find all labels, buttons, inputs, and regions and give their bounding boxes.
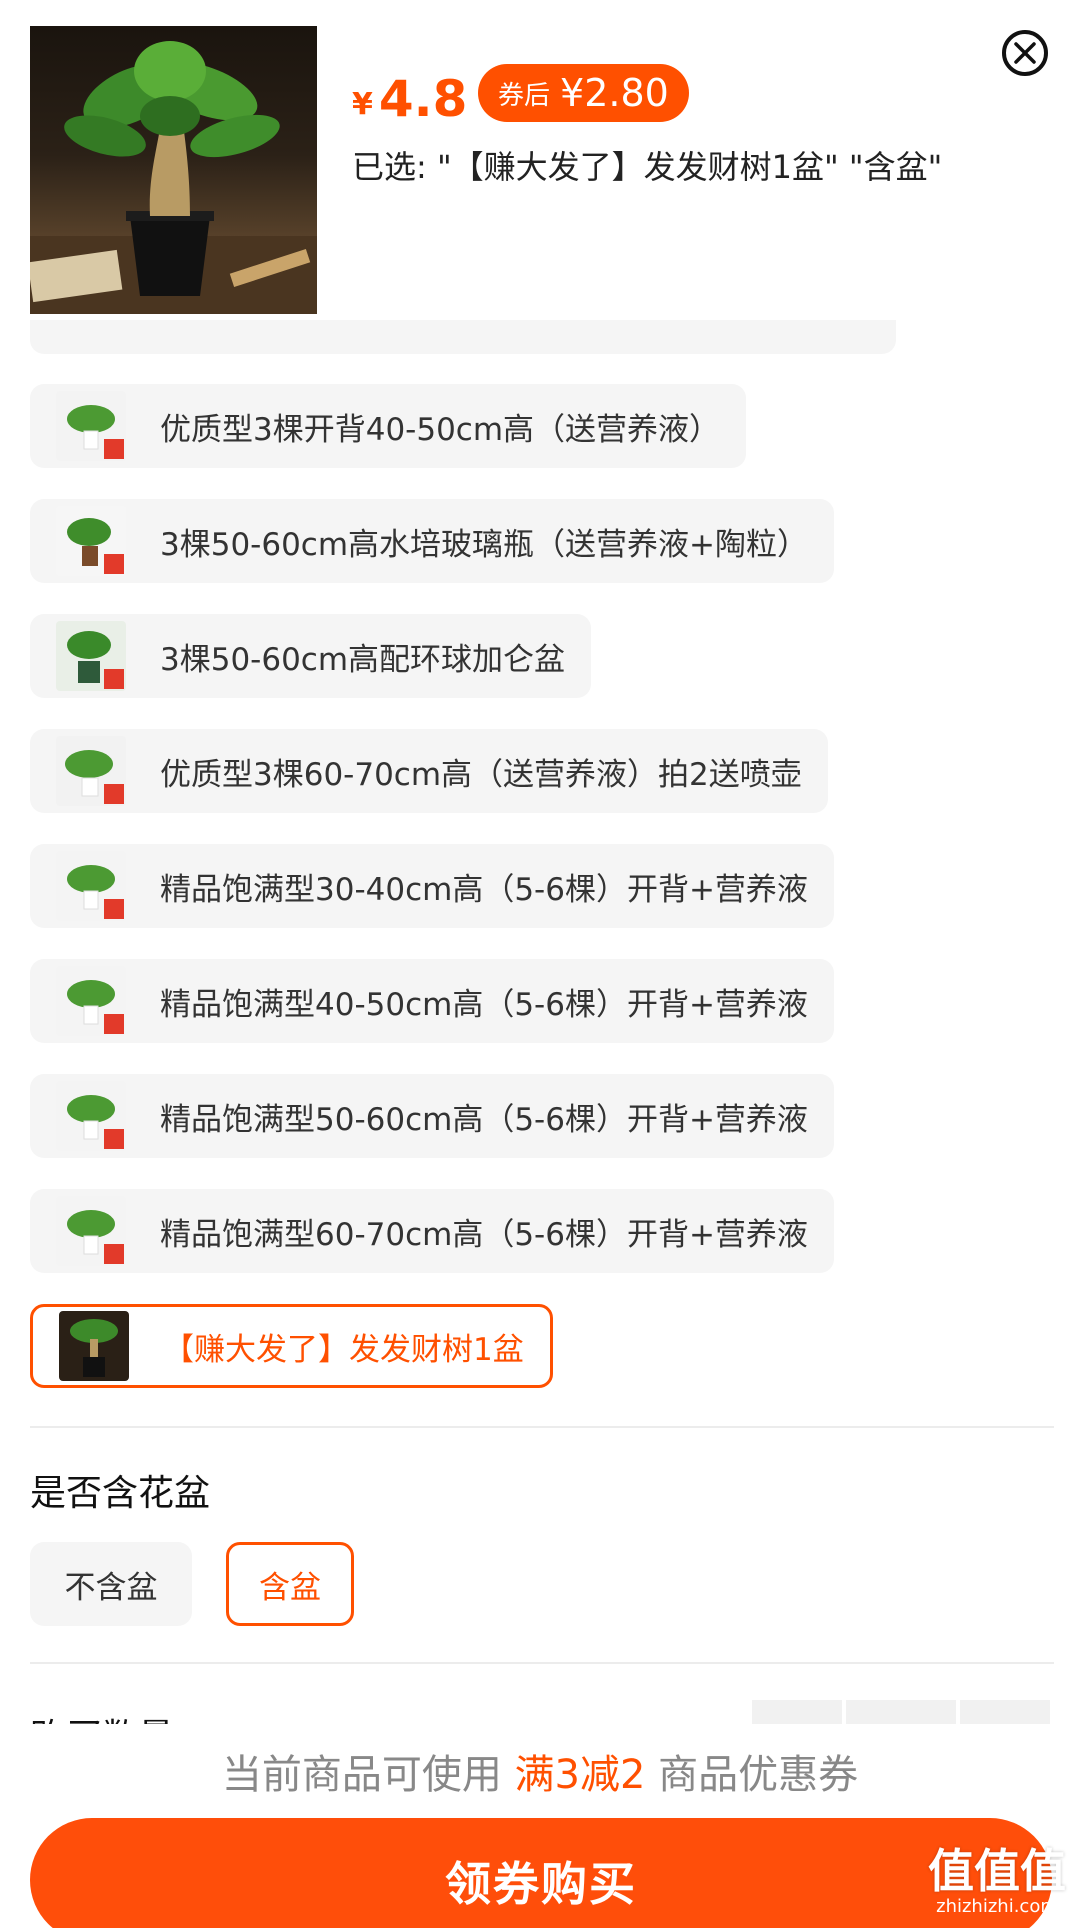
option-chip[interactable]: 精品饱满型60-70cm高（5-6棵）开背+营养液 [30, 1189, 834, 1273]
price-currency: ¥ [352, 87, 373, 122]
option-label: 优质型3棵60-70cm高（送营养液）拍2送喷壶 [160, 756, 802, 793]
watermark-url: zhizhizhi.com [936, 1896, 1058, 1917]
option-label: 精品饱满型40-50cm高（5-6棵）开背+营养液 [160, 986, 808, 1023]
option-thumbnail [56, 506, 126, 576]
option-label: 3棵50-60cm高配环球加仑盆 [160, 641, 566, 678]
option-label: 【赚大发了】发发财树1盆 [163, 1331, 524, 1368]
pot-option-label: 不含盆 [64, 1569, 158, 1606]
option-label: 优质型3棵开背40-50cm高（送营养液） [160, 411, 721, 448]
selected-spec-text: 已选: "【赚大发了】发发财树1盆" "含盆" [352, 148, 943, 186]
coupon-tip-highlight: 满3减2 [514, 1752, 646, 1798]
option-thumbnail [56, 621, 126, 691]
option-thumbnail [56, 391, 126, 461]
option-chip[interactable]: 精品饱满型30-40cm高（5-6棵）开背+营养液 [30, 844, 834, 928]
buy-button-label: 领券购买 [445, 1857, 637, 1911]
option-thumbnail [59, 1311, 129, 1381]
option-label: 精品饱满型30-40cm高（5-6棵）开背+营养液 [160, 871, 808, 908]
quantity-label: 购买数量 [30, 1708, 174, 1724]
pot-option-no-pot[interactable]: 不含盆 [30, 1542, 192, 1626]
quantity-input[interactable] [846, 1700, 956, 1724]
option-thumbnail [56, 736, 126, 806]
option-label: 3棵50-60cm高水培玻璃瓶（送营养液+陶粒） [160, 526, 809, 563]
coupon-tip-suffix: 商品优惠券 [645, 1752, 859, 1798]
close-icon [1014, 42, 1036, 64]
coupon-price-badge: 券后 ¥2.80 [478, 64, 689, 122]
option-thumbnail [56, 1081, 126, 1151]
option-thumbnail [56, 966, 126, 1036]
money-tree-illustration [30, 41, 317, 314]
pot-option-label: 含盆 [259, 1569, 321, 1606]
coupon-tip: 当前商品可使用 满3减2 商品优惠券 [0, 1742, 1080, 1800]
price-value: 4.8 [378, 70, 468, 128]
option-chip[interactable]: 优质型3棵60-70cm高（送营养液）拍2送喷壶 [30, 729, 828, 813]
close-button[interactable] [1002, 30, 1048, 76]
pot-section-title: 是否含花盆 [30, 1473, 211, 1514]
option-thumbnail [56, 851, 126, 921]
option-chip[interactable]: 3棵50-60cm高配环球加仑盆 [30, 614, 592, 698]
option-label: 精品饱满型60-70cm高（5-6棵）开背+营养液 [160, 1216, 808, 1253]
option-thumbnail [56, 1196, 126, 1266]
quantity-row-partial: 购买数量 [0, 1700, 1080, 1724]
sku-selector-sheet: ¥ 4.8 券后 ¥2.80 已选: "【赚大发了】发发财树1盆" "含盆" 优… [0, 0, 1080, 1928]
watermark-logo: 值值值 [928, 1844, 1066, 1898]
increment-button[interactable] [960, 1700, 1050, 1724]
price: ¥ 4.8 [352, 66, 467, 128]
option-chip[interactable]: 3棵50-60cm高水培玻璃瓶（送营养液+陶粒） [30, 499, 835, 583]
decrement-button[interactable] [752, 1700, 842, 1724]
option-chip[interactable]: 精品饱满型40-50cm高（5-6棵）开背+营养液 [30, 959, 834, 1043]
section-divider [30, 1426, 1054, 1428]
option-chip-partial[interactable] [30, 320, 896, 354]
option-chip[interactable]: 精品饱满型50-60cm高（5-6棵）开背+营养液 [30, 1074, 834, 1158]
option-chip[interactable]: 优质型3棵开背40-50cm高（送营养液） [30, 384, 747, 468]
claim-coupon-buy-button[interactable]: 领券购买 [30, 1818, 1052, 1928]
option-chip-selected[interactable]: 【赚大发了】发发财树1盆 [30, 1304, 553, 1388]
quantity-stepper[interactable] [752, 1700, 1050, 1724]
spec-options-list[interactable]: 优质型3棵开背40-50cm高（送营养液） 3棵50-60cm高水培玻璃瓶（送营… [0, 320, 1080, 1720]
section-divider [30, 1662, 1054, 1664]
watermark: 值值值 zhizhizhi.com [922, 1846, 1072, 1918]
coupon-tip-prefix: 当前商品可使用 [221, 1752, 515, 1798]
product-image[interactable] [30, 26, 317, 314]
coupon-price: ¥2.80 [560, 71, 669, 115]
coupon-tag: 券后 [498, 80, 551, 111]
pot-option-with-pot[interactable]: 含盆 [226, 1542, 354, 1626]
option-label: 精品饱满型50-60cm高（5-6棵）开背+营养液 [160, 1101, 808, 1138]
